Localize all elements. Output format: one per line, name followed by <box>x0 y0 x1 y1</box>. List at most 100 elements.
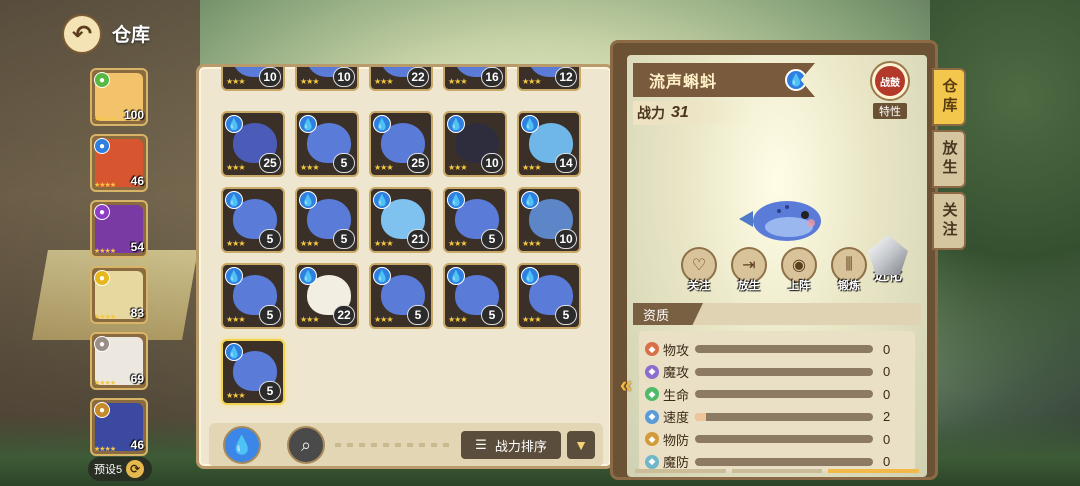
stat-bar <box>695 412 873 421</box>
water-drop-icon: 💧 <box>521 191 539 209</box>
star-rating: ★★★★ <box>94 314 116 321</box>
side-tabs: 仓库 放生 关注 <box>932 68 966 254</box>
inventory-toolbar: 💧 ⌕ ☰ 战力排序 ▼ <box>209 423 603 466</box>
element-icon: ● <box>94 270 110 286</box>
pet-card[interactable]: 💧 ★★★ 5 <box>517 263 581 329</box>
follow-button[interactable]: ♡ 关注 <box>679 247 719 297</box>
pet-card[interactable]: 💧 ★★★ 5 <box>443 263 507 329</box>
chevron-down-icon: ▼ <box>574 437 588 453</box>
team-slot[interactable]: ● ★★★★ 46 <box>90 398 148 456</box>
trait-badge: 战鼓 <box>870 61 910 101</box>
pet-card[interactable]: ★★★ 22 <box>369 67 433 91</box>
star-rating: ★★★ <box>300 163 319 172</box>
pet-card[interactable]: 💧 ★★★ 5 <box>443 187 507 253</box>
pet-card[interactable]: 💧 ★★★ 25 <box>221 111 285 177</box>
star-rating: ★★★ <box>300 77 319 86</box>
stat-icon: ◆ <box>645 432 659 446</box>
preset-button[interactable]: 预设5 ⟳ <box>88 457 152 481</box>
evolve-button[interactable]: 进化 <box>861 235 915 295</box>
water-drop-icon: 💧 <box>447 267 465 285</box>
water-drop-icon: 💧 <box>299 191 317 209</box>
swap-icon[interactable]: ⟳ <box>126 460 145 478</box>
stat-name: 速度 <box>663 410 690 425</box>
pet-card[interactable]: 💧 ★★★ 5 <box>295 187 359 253</box>
star-rating: ★★★ <box>448 315 467 324</box>
pet-card[interactable]: 💧 ★★★ 5 <box>221 339 285 405</box>
team-lineup: ● ★★★★ 100 ● ★★★★ 46 ● ★★★★ 54 ● ★★★★ 83 ● ★★★★ 69 ● ★★★… <box>90 68 150 464</box>
star-rating: ★★★★ <box>94 116 116 123</box>
pet-card[interactable]: ★★★ 16 <box>443 67 507 91</box>
pet-name: 流声蝌蚪 <box>649 74 718 91</box>
stat-icon: ◆ <box>645 454 659 469</box>
star-rating: ★★★ <box>226 239 245 248</box>
water-drop-icon: 💧 <box>521 115 539 133</box>
team-slot[interactable]: ● ★★★★ 69 <box>90 332 148 390</box>
water-element-icon: 💧 <box>785 69 807 91</box>
search-button[interactable]: ⌕ <box>287 426 325 464</box>
element-icon: ● <box>94 204 110 220</box>
element-icon: ● <box>94 336 110 352</box>
star-rating: ★★★★ <box>94 248 116 255</box>
star-rating: ★★★★ <box>94 182 116 189</box>
pet-card[interactable]: 💧 ★★★ 22 <box>295 263 359 329</box>
collapse-panel-button[interactable]: « <box>614 372 638 397</box>
star-rating: ★★★ <box>448 77 467 86</box>
side-tab[interactable]: 放生 <box>932 130 966 188</box>
page-indicator <box>635 469 920 473</box>
stat-row: ◆ 速度 2 <box>645 407 911 427</box>
side-tab[interactable]: 仓库 <box>932 68 966 126</box>
pet-level: 5 <box>481 305 503 325</box>
pet-level: 5 <box>259 229 281 249</box>
sort-button[interactable]: ☰ 战力排序 <box>461 431 561 459</box>
team-slot[interactable]: ● ★★★★ 46 <box>90 134 148 192</box>
pet-card[interactable]: ★★★ 12 <box>517 67 581 91</box>
pet-level: 46 <box>130 174 144 188</box>
trait-badge-text: 战鼓 <box>875 66 905 96</box>
pet-card[interactable]: 💧 ★★★ 5 <box>295 111 359 177</box>
pet-card[interactable]: 💧 ★★★ 5 <box>221 187 285 253</box>
pet-card[interactable]: 💧 ★★★ 5 <box>369 263 433 329</box>
pet-card[interactable]: 💧 ★★★ 10 <box>443 111 507 177</box>
release-button[interactable]: ⇥ 放生 <box>729 247 769 297</box>
element-icon: ● <box>94 72 110 88</box>
element-icon: ● <box>94 402 110 418</box>
star-rating: ★★★ <box>522 77 541 86</box>
pet-card[interactable]: 💧 ★★★ 14 <box>517 111 581 177</box>
star-rating: ★★★ <box>522 315 541 324</box>
pet-card[interactable]: ★★★ 10 <box>221 67 285 91</box>
star-rating: ★★★ <box>226 163 245 172</box>
water-drop-icon: 💧 <box>373 191 391 209</box>
pet-card[interactable]: 💧 ★★★ 5 <box>221 263 285 329</box>
element-filter-button[interactable]: 💧 <box>223 426 261 464</box>
pet-level: 16 <box>481 67 503 87</box>
pet-card[interactable]: ★★★ 10 <box>295 67 359 91</box>
power-label: 战力 <box>637 105 665 121</box>
page-indicator-segment <box>635 469 726 473</box>
stat-bar <box>695 390 873 398</box>
star-rating: ★★★ <box>448 239 467 248</box>
stat-bar <box>695 435 873 443</box>
pet-card[interactable]: 💧 ★★★ 21 <box>369 187 433 253</box>
pet-card[interactable]: 💧 ★★★ 10 <box>517 187 581 253</box>
stat-bar <box>695 345 873 353</box>
trait-button[interactable]: 战鼓 特性 <box>865 61 915 119</box>
pet-detail-content: 流声蝌蚪 💧 战力 31 战鼓 特性 ♡ 关注 ⇥ 放生 ◉ 上阵 ⫼ 锻炼 进… <box>627 55 927 477</box>
back-button[interactable]: ↶ <box>62 14 102 54</box>
stat-value: 2 <box>883 409 891 424</box>
pet-level: 10 <box>481 153 503 173</box>
train-label: 锻炼 <box>838 280 860 292</box>
star-rating: ★★★ <box>374 315 393 324</box>
team-slot[interactable]: ● ★★★★ 54 <box>90 200 148 258</box>
team-slot[interactable]: ● ★★★★ 100 <box>90 68 148 126</box>
stat-name: 物防 <box>663 432 690 448</box>
page-title: 仓库 <box>112 25 151 46</box>
sort-dropdown-button[interactable]: ▼ <box>567 431 595 459</box>
team-slot[interactable]: ● ★★★★ 83 <box>90 266 148 324</box>
deploy-button[interactable]: ◉ 上阵 <box>779 247 819 297</box>
stat-name: 魔攻 <box>663 365 690 380</box>
stat-value: 0 <box>883 454 891 469</box>
side-tab[interactable]: 关注 <box>932 192 966 250</box>
water-drop-icon: 💧 <box>299 115 317 133</box>
stat-icon: ◆ <box>645 364 659 379</box>
pet-card[interactable]: 💧 ★★★ 25 <box>369 111 433 177</box>
